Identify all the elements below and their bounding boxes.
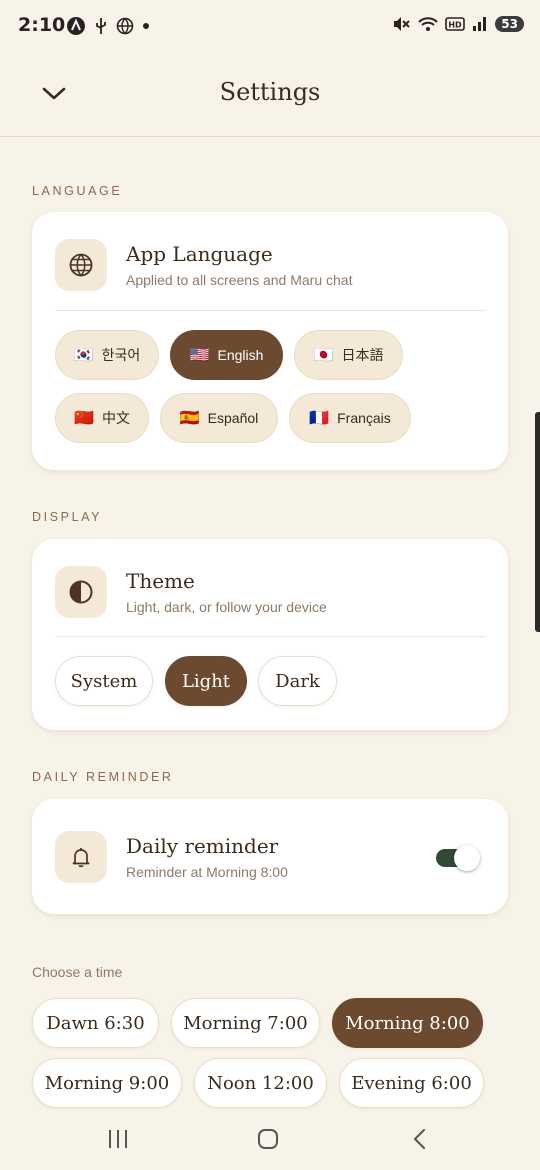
signal-icon [473, 17, 487, 31]
theme-option-dark[interactable]: Dark [258, 656, 337, 706]
app-header: Settings [0, 52, 540, 137]
china-flag-icon: 🇨🇳 [74, 410, 94, 427]
reminder-card: Daily reminder Reminder at Morning 8:00 [32, 799, 508, 914]
language-divider [55, 310, 485, 311]
wifi-icon [418, 17, 439, 31]
theme-icon-container [55, 566, 107, 618]
half-circle-icon [69, 580, 93, 604]
language-option-japanese[interactable]: 🇯🇵 日本語 [294, 330, 403, 380]
theme-divider [55, 636, 485, 637]
theme-subtitle: Light, dark, or follow your device [126, 599, 327, 615]
display-section-label: DISPLAY [32, 510, 103, 524]
svg-text:HD: HD [449, 21, 463, 30]
language-subtitle: Applied to all screens and Maru chat [126, 272, 353, 288]
language-option-label: 한국어 [101, 347, 141, 363]
back-icon [414, 1129, 425, 1149]
reminder-section-label: DAILY REMINDER [32, 770, 174, 784]
korea-flag-icon: 🇰🇷 [73, 347, 94, 364]
back-button[interactable] [400, 1122, 440, 1156]
theme-option-light[interactable]: Light [165, 656, 247, 706]
reminder-title: Daily reminder [126, 834, 279, 858]
time-option-morning-900[interactable]: Morning 9:00 [32, 1058, 182, 1108]
recent-apps-icon [109, 1130, 127, 1148]
reminder-toggle[interactable] [436, 845, 480, 871]
language-card: App Language Applied to all screens and … [32, 212, 508, 470]
language-option-label: English [217, 347, 264, 363]
france-flag-icon: 🇫🇷 [309, 410, 330, 427]
language-option-label: 中文 [101, 410, 130, 426]
language-option-spanish[interactable]: 🇪🇸 Español [160, 393, 278, 443]
theme-title: Theme [126, 569, 195, 593]
time-option-morning-800[interactable]: Morning 8:00 [332, 998, 483, 1048]
mute-icon [394, 17, 411, 31]
theme-card: Theme Light, dark, or follow your device… [32, 539, 508, 730]
usa-flag-icon: 🇺🇸 [189, 347, 210, 364]
app-notification-icon [67, 17, 85, 35]
page-title: Settings [219, 78, 321, 106]
language-section-label: LANGUAGE [32, 184, 123, 198]
dot-icon [143, 23, 149, 29]
language-option-chinese[interactable]: 🇨🇳 中文 [55, 393, 149, 443]
battery-level: 53 [495, 16, 524, 32]
time-option-morning-700[interactable]: Morning 7:00 [171, 998, 320, 1048]
recent-apps-button[interactable] [98, 1122, 138, 1156]
time-option-noon-1200[interactable]: Noon 12:00 [194, 1058, 327, 1108]
language-option-label: Français [337, 410, 391, 426]
status-bar: 2:10 HD 53 [0, 0, 540, 52]
hd-icon: HD [445, 17, 466, 31]
reminder-icon-container [55, 831, 107, 883]
language-option-english[interactable]: 🇺🇸 English [170, 330, 283, 380]
globe-icon [69, 253, 93, 277]
language-icon-container [55, 239, 107, 291]
scrollbar[interactable] [535, 412, 540, 632]
status-time: 2:10 [18, 14, 66, 36]
system-nav-bar [0, 1108, 540, 1170]
bell-icon [72, 848, 90, 868]
language-option-label: 日本語 [341, 347, 384, 363]
theme-option-system[interactable]: System [55, 656, 153, 706]
globe-status-icon [116, 17, 134, 35]
time-option-dawn-630[interactable]: Dawn 6:30 [32, 998, 159, 1048]
japan-flag-icon: 🇯🇵 [313, 347, 334, 364]
spain-flag-icon: 🇪🇸 [179, 410, 200, 427]
language-option-korean[interactable]: 🇰🇷 한국어 [55, 330, 159, 380]
home-button[interactable] [248, 1122, 288, 1156]
choose-time-label: Choose a time [32, 964, 123, 980]
toggle-knob [454, 845, 480, 871]
reminder-subtitle: Reminder at Morning 8:00 [126, 864, 288, 880]
language-title: App Language [126, 242, 273, 266]
language-option-french[interactable]: 🇫🇷 Français [289, 393, 411, 443]
usb-icon [96, 18, 106, 34]
language-option-label: Español [207, 410, 259, 426]
time-option-evening-600[interactable]: Evening 6:00 [339, 1058, 484, 1108]
home-icon [258, 1129, 278, 1149]
